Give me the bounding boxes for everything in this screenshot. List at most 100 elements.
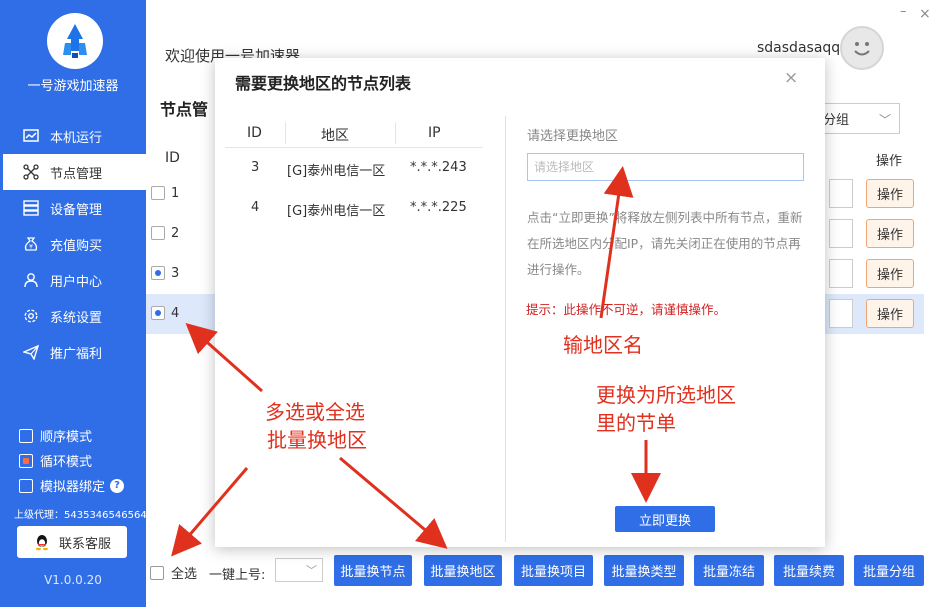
sidebar-item-label: 推广福利 xyxy=(50,346,103,362)
app-name: 一号游戏加速器 xyxy=(27,79,119,94)
select-all-checkbox[interactable]: 全选 xyxy=(150,563,197,582)
sidebar-item-label: 充值购买 xyxy=(50,238,103,254)
batch-change-type-button[interactable]: 批量换类型 xyxy=(604,555,684,586)
emulator-binding-checkbox[interactable]: 模拟器绑定 ? xyxy=(19,473,125,498)
sidebar-item-label: 系统设置 xyxy=(50,310,103,326)
server-icon xyxy=(22,199,40,217)
batch-change-node-button[interactable]: 批量换节点 xyxy=(334,555,412,586)
bottom-toolbar: 全选 一键上号: ﹀ 批量换节点 批量换地区 批量换项目 批量换类型 批量冻结 … xyxy=(146,554,950,588)
group-select[interactable]: 分组 ﹀ xyxy=(812,103,900,134)
dialog-table-row: 4 [G]泰州电信一区 *.*.*.225 xyxy=(225,188,483,228)
row-checkbox[interactable] xyxy=(151,226,165,240)
row-checkbox[interactable] xyxy=(151,186,165,200)
username[interactable]: sdasdasaqq xyxy=(757,40,840,56)
warning-text: 提示：此操作不可逆，请谨慎操作。 xyxy=(526,302,727,317)
version-label: V1.0.0.20 xyxy=(44,573,102,587)
loop-mode-checkbox[interactable]: 循环模式 xyxy=(19,448,124,473)
chevron-down-icon: ﹀ xyxy=(878,113,891,127)
close-icon[interactable]: × xyxy=(784,68,798,88)
sidebar-item-settings[interactable]: 系统设置 xyxy=(0,298,146,334)
help-icon[interactable]: ? xyxy=(110,478,125,493)
column-header-id: ID xyxy=(165,150,180,166)
minimize-button[interactable]: – xyxy=(900,4,907,19)
sidebar-item-local-run[interactable]: 本机运行 xyxy=(0,118,146,154)
cell-region: [G]泰州电信一区 xyxy=(287,204,386,219)
yen-bag-icon: ¥ xyxy=(22,235,40,253)
mode-options: 顺序模式 循环模式 模拟器绑定 ? xyxy=(19,423,125,498)
svg-text:¥: ¥ xyxy=(29,244,33,251)
row-op-button[interactable]: 操作 xyxy=(866,299,914,328)
row-op-button[interactable]: 操作 xyxy=(866,219,914,248)
sidebar-item-label: 用户中心 xyxy=(50,274,103,290)
row-id: 1 xyxy=(171,186,180,201)
agent-info: 上级代理：5435346546564 xyxy=(14,510,146,521)
contact-service-button[interactable]: 联系客服 xyxy=(17,526,127,558)
column-header-id: ID xyxy=(247,125,262,141)
row-checkbox[interactable] xyxy=(151,266,165,280)
sidebar-item-device-management[interactable]: 设备管理 xyxy=(0,190,146,226)
divider xyxy=(505,116,506,542)
send-icon xyxy=(22,343,40,361)
page-title: 节点管 xyxy=(160,100,209,119)
region-input[interactable] xyxy=(527,153,804,181)
annotation-multi-hint-1: 多选或全选 xyxy=(265,400,365,424)
apply-change-button[interactable]: 立即更换 xyxy=(615,506,715,532)
sidebar-item-label: 节点管理 xyxy=(50,166,103,182)
batch-change-project-button[interactable]: 批量换项目 xyxy=(514,555,593,586)
column-header-ip: IP xyxy=(428,125,441,141)
sidebar-item-label: 设备管理 xyxy=(50,202,103,218)
divider xyxy=(285,122,286,144)
sidebar-item-node-management[interactable]: 节点管理 xyxy=(0,154,146,190)
cell-id: 4 xyxy=(251,200,260,215)
sidebar: 一号游戏加速器 本机运行 节点管理 设备管理 ¥ 充值购买 用户中心 系统设置 … xyxy=(0,0,146,607)
onekey-select[interactable]: ﹀ xyxy=(275,558,323,582)
close-window-button[interactable]: × xyxy=(919,6,931,22)
onekey-label: 一键上号: xyxy=(209,568,266,583)
change-region-dialog: 需要更换地区的节点列表 × ID 地区 IP 3 [G]泰州电信一区 *.*.*… xyxy=(215,58,825,547)
annotation-input-hint: 输地区名 xyxy=(563,333,643,357)
user-icon xyxy=(22,271,40,289)
cell-ip: *.*.*.225 xyxy=(410,200,467,215)
checkbox[interactable] xyxy=(150,565,164,580)
column-header-op: 操作 xyxy=(876,154,903,169)
row-select[interactable] xyxy=(829,219,853,248)
checkbox[interactable] xyxy=(19,428,33,443)
sequential-mode-checkbox[interactable]: 顺序模式 xyxy=(19,423,124,448)
dialog-title: 需要更换地区的节点列表 xyxy=(235,74,412,93)
checkbox[interactable] xyxy=(19,478,33,493)
smiley-icon xyxy=(854,42,870,56)
row-checkbox[interactable] xyxy=(151,306,165,320)
chevron-down-icon: ﹀ xyxy=(306,564,317,577)
batch-change-region-button[interactable]: 批量换地区 xyxy=(424,555,502,586)
cell-id: 3 xyxy=(251,160,260,175)
divider xyxy=(395,122,396,144)
batch-freeze-button[interactable]: 批量冻结 xyxy=(694,555,764,586)
row-select[interactable] xyxy=(829,299,853,328)
row-select[interactable] xyxy=(829,259,853,288)
checkbox[interactable] xyxy=(19,453,33,468)
batch-group-button[interactable]: 批量分组 xyxy=(854,555,924,586)
nodes-icon xyxy=(22,163,40,181)
row-op-button[interactable]: 操作 xyxy=(866,179,914,208)
batch-renew-button[interactable]: 批量续费 xyxy=(774,555,844,586)
row-op-button[interactable]: 操作 xyxy=(866,259,914,288)
sidebar-item-label: 本机运行 xyxy=(50,130,103,146)
sidebar-nav: 本机运行 节点管理 设备管理 ¥ 充值购买 用户中心 系统设置 推广福利 xyxy=(0,118,146,370)
select-all-label: 全选 xyxy=(171,567,198,582)
mode-label: 循环模式 xyxy=(40,455,93,470)
mode-label: 顺序模式 xyxy=(40,430,93,445)
rocket-logo-icon xyxy=(63,24,87,58)
avatar[interactable] xyxy=(840,26,884,70)
annotation-replace-hint-1: 更换为所选地区 xyxy=(596,383,736,407)
column-header-region: 地区 xyxy=(321,128,349,144)
sidebar-item-user-center[interactable]: 用户中心 xyxy=(0,262,146,298)
region-select-label: 请选择更换地区 xyxy=(527,129,619,144)
row-id: 2 xyxy=(171,226,180,241)
sidebar-item-promotion[interactable]: 推广福利 xyxy=(0,334,146,370)
annotation-replace-hint-2: 里的节单 xyxy=(596,411,676,435)
row-select[interactable] xyxy=(829,179,853,208)
cell-region: [G]泰州电信一区 xyxy=(287,164,386,179)
chart-icon xyxy=(22,127,40,145)
gear-icon xyxy=(22,307,40,325)
sidebar-item-recharge[interactable]: ¥ 充值购买 xyxy=(0,226,146,262)
